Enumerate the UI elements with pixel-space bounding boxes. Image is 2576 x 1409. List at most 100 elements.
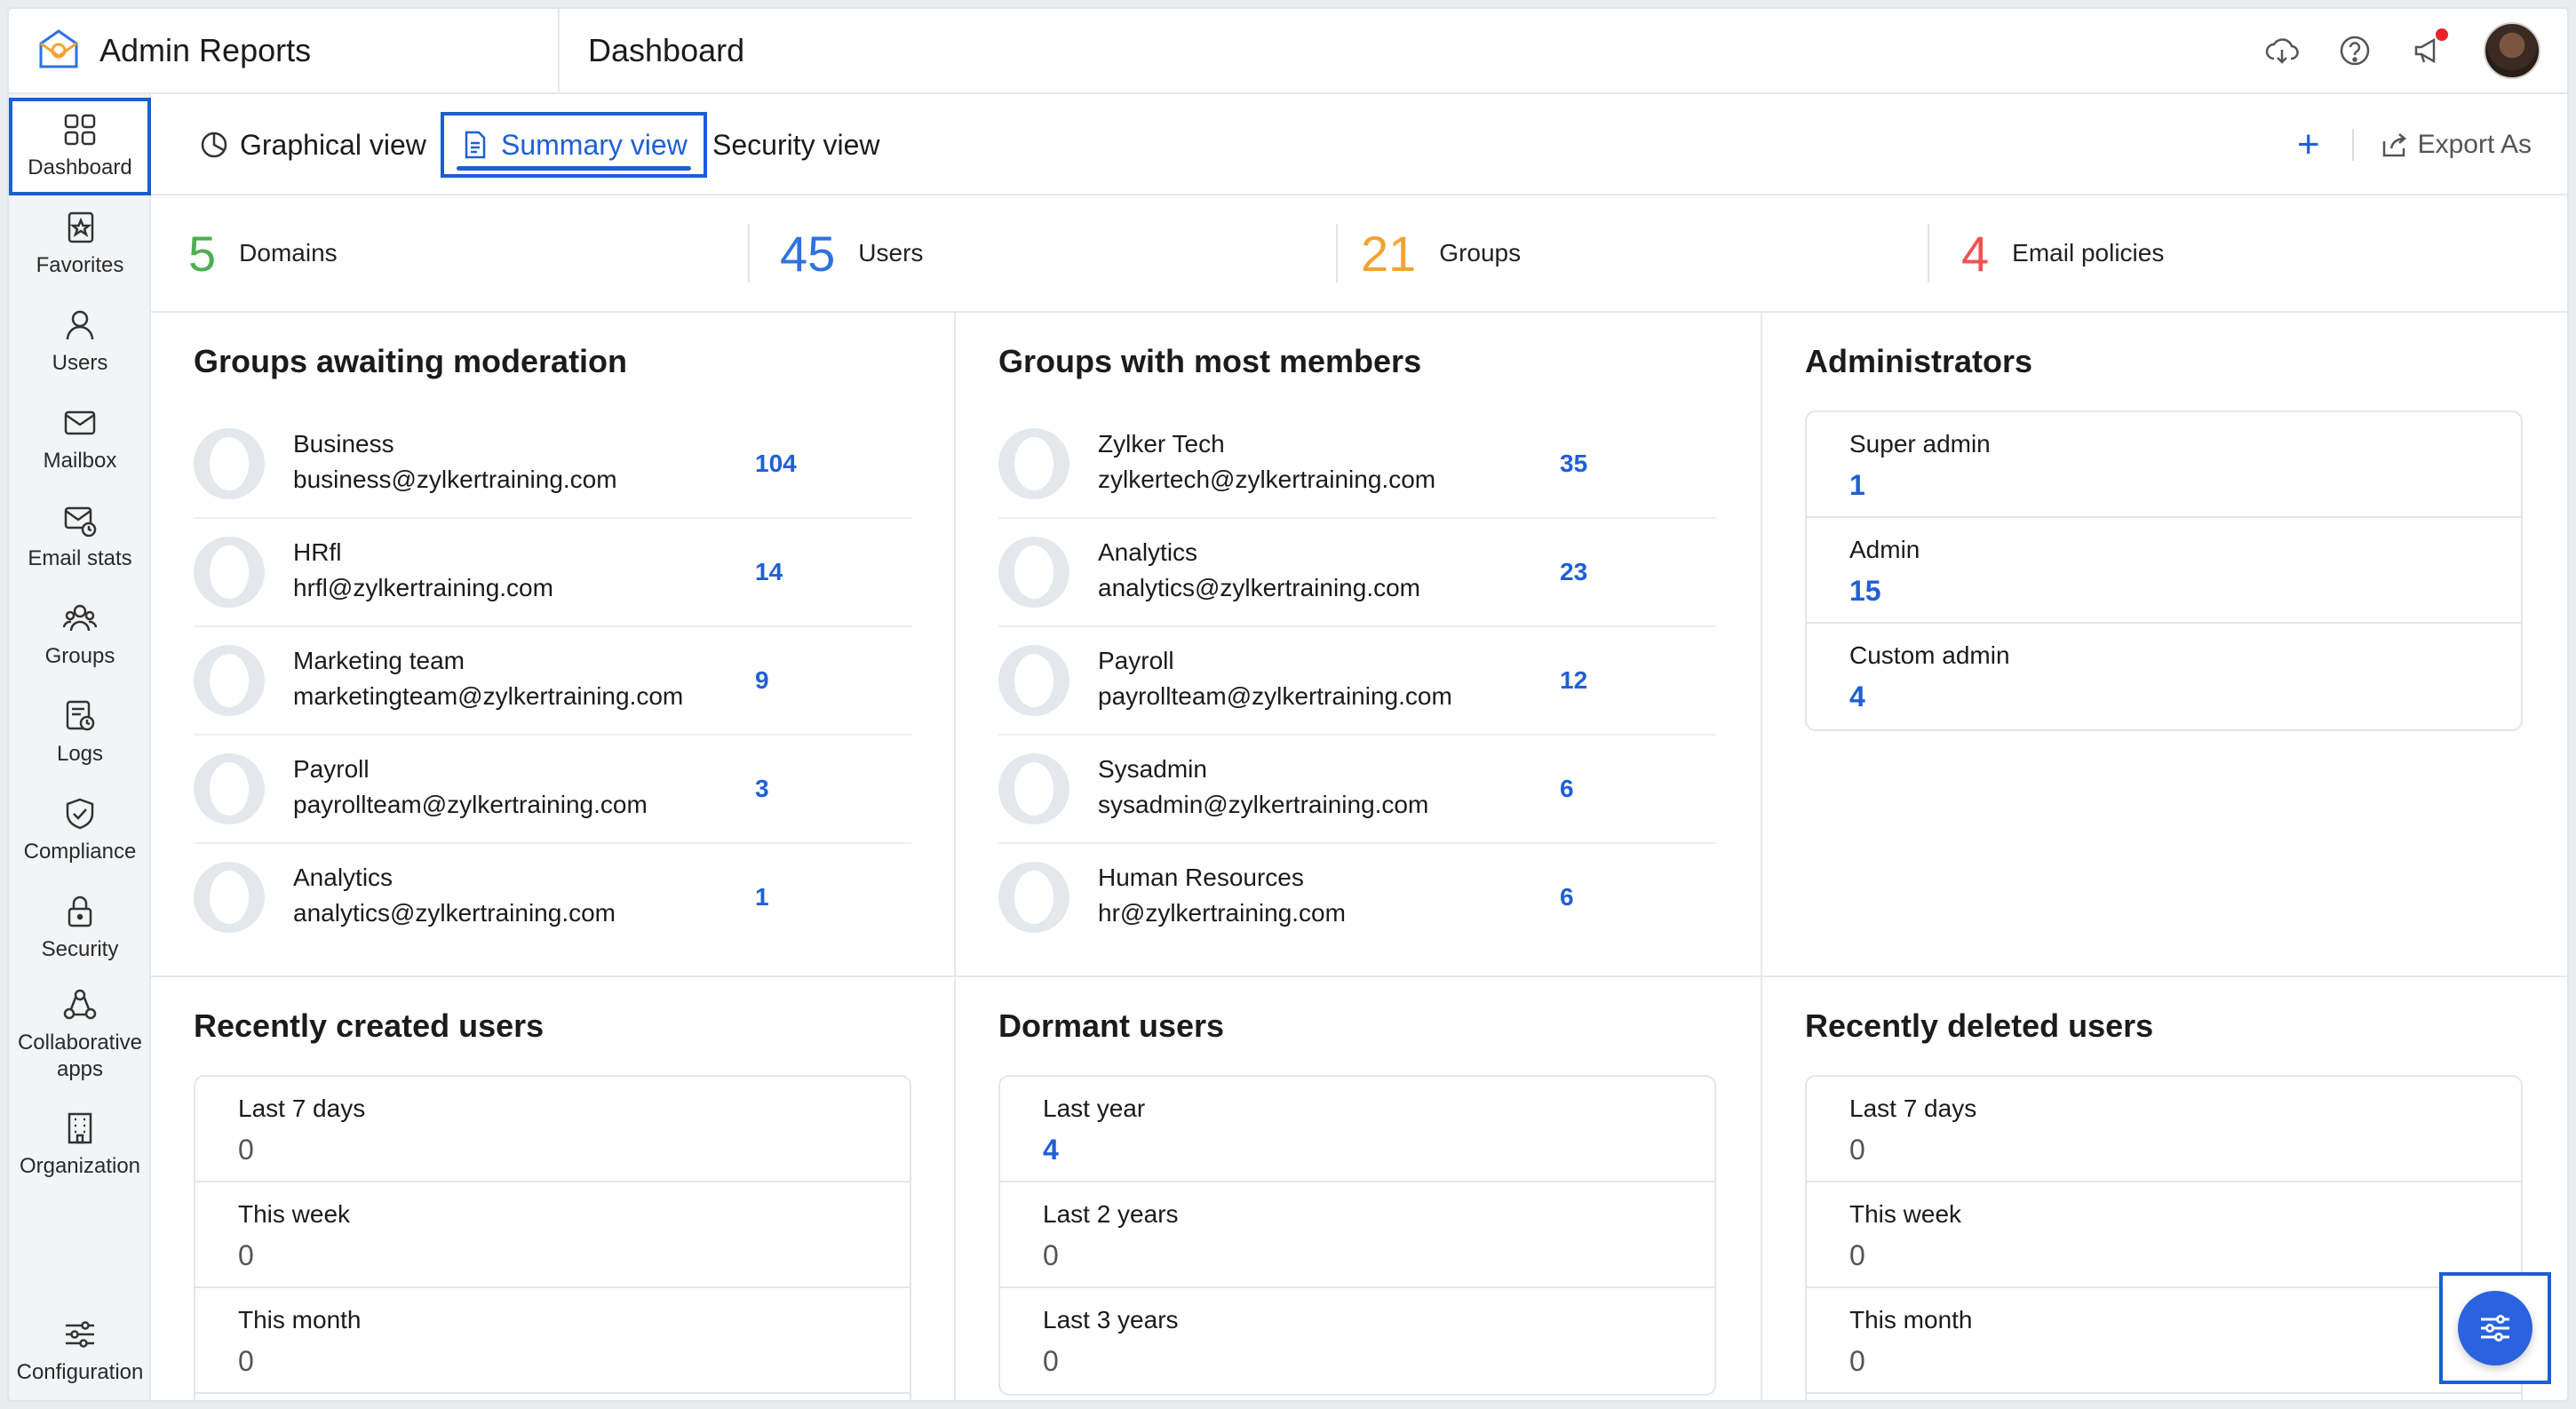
sidebar-item-label: Dashboard (28, 155, 132, 179)
divider (2351, 129, 2354, 161)
view-tabs: Graphical view Summary view Security vie… (151, 94, 2567, 195)
top-header: Admin Reports Dashboard (9, 9, 2567, 94)
list-item[interactable]: Last 3 years 0 (1000, 1288, 1714, 1394)
card-title: Administrators (1805, 343, 2033, 379)
stat-users[interactable]: 45 Users (780, 195, 923, 311)
building-icon (68, 1112, 92, 1144)
customize-widgets-button[interactable] (2458, 1291, 2532, 1365)
list-item[interactable]: Analytics analytics@zylkertraining.com 1 (194, 844, 911, 933)
list-item[interactable]: Analytics analytics@zylkertraining.com 2… (998, 519, 1716, 627)
group-avatar (194, 428, 265, 499)
collab-icon (63, 989, 97, 1020)
avatar[interactable] (2484, 22, 2540, 79)
document-icon (465, 131, 486, 159)
stat-label: Users (858, 239, 924, 267)
recently-deleted-list: Last 7 days 0 This week 0 This month 0 (1805, 1075, 2523, 1400)
cloud-download-icon[interactable] (2265, 34, 2299, 68)
dashboard-icon (64, 114, 96, 146)
list-item[interactable]: This month 0 (1807, 1288, 2521, 1394)
export-icon (2382, 133, 2406, 157)
card-groups-most-members: Groups with most members Zylker Tech zyl… (956, 313, 1762, 977)
recently-created-list: Last 7 days 0 This week 0 This month 0 (194, 1075, 911, 1400)
stat-label: Domains (239, 239, 338, 267)
list-item[interactable]: This month 0 (195, 1288, 910, 1394)
compliance-icon (66, 798, 94, 830)
group-avatar (998, 537, 1069, 608)
list-item[interactable]: Last 7 days 0 (1807, 1077, 2521, 1182)
list-item[interactable]: Marketing team marketingteam@zylkertrain… (194, 627, 911, 736)
sidebar-item-label: Favorites (36, 253, 124, 277)
export-as-button[interactable]: Export As (2381, 130, 2532, 160)
card-groups-awaiting-moderation: Groups awaiting moderation Business busi… (151, 313, 956, 977)
group-avatar (194, 753, 265, 824)
stat-value: 5 (188, 225, 217, 282)
sidebar-item-configuration[interactable]: Configuration (9, 1302, 151, 1400)
list-item[interactable]: Zylker Tech zylkertech@zylkertraining.co… (998, 410, 1716, 519)
sidebar-item-users[interactable]: Users (9, 293, 151, 391)
tab-summary-view[interactable]: Summary view (441, 112, 707, 178)
help-icon[interactable] (2338, 34, 2372, 68)
list-item[interactable]: Admin 15 (1807, 518, 2521, 624)
lock-icon (68, 896, 92, 927)
dormant-users-list: Last year 4 Last 2 years 0 Last 3 years … (998, 1075, 1716, 1396)
sidebar-item-label: Users (52, 351, 108, 375)
sidebar-item-logs[interactable]: Logs (9, 684, 151, 782)
list-item[interactable]: Sysadmin sysadmin@zylkertraining.com 6 (998, 736, 1716, 844)
add-button[interactable]: + (2297, 125, 2320, 164)
list-item[interactable]: Super admin 1 (1807, 412, 2521, 518)
sidebar-item-security[interactable]: Security (9, 880, 151, 977)
mailbox-icon (64, 410, 96, 435)
admin-reports-logo-icon (39, 29, 78, 68)
card-dormant-users: Dormant users Last year 4 Last 2 years 0… (956, 977, 1762, 1400)
sidebar-item-label: Organization (19, 1154, 141, 1178)
user-icon (66, 310, 94, 340)
sliders-icon (2481, 1315, 2509, 1341)
sidebar-item-label: Configuration (16, 1360, 144, 1384)
sidebar-item-label: Compliance (23, 840, 137, 864)
sidebar-item-favorites[interactable]: Favorites (9, 195, 151, 293)
sliders-icon (66, 1321, 94, 1348)
group-avatar (998, 428, 1069, 499)
sidebar-item-collaborative-apps[interactable]: Collaborative apps (9, 977, 151, 1093)
list-item[interactable]: Last year 4 (1000, 1077, 1714, 1182)
list-item[interactable]: This week 0 (195, 1182, 910, 1288)
favorites-icon (68, 211, 94, 243)
sidebar-item-groups[interactable]: Groups (9, 586, 151, 684)
list-item[interactable]: Payroll payrollteam@zylkertraining.com 1… (998, 627, 1716, 736)
divider (1336, 224, 1338, 283)
list-item[interactable]: Human Resources hr@zylkertraining.com 6 (998, 844, 1716, 933)
divider (1928, 224, 1929, 283)
card-title: Dormant users (998, 1007, 1225, 1044)
tab-graphical-view[interactable]: Graphical view (199, 115, 426, 174)
list-item[interactable]: Payroll payrollteam@zylkertraining.com 3 (194, 736, 911, 844)
list-item[interactable]: Custom admin 4 (1807, 624, 2521, 729)
list-item[interactable]: Business business@zylkertraining.com 104 (194, 410, 911, 519)
pie-chart-icon (201, 131, 227, 158)
stat-value: 45 (780, 225, 836, 282)
sidebar-item-dashboard[interactable]: Dashboard (9, 98, 151, 195)
list-item[interactable]: HRfl hrfl@zylkertraining.com 14 (194, 519, 911, 627)
list-item[interactable]: Last 2 years 0 (1000, 1182, 1714, 1288)
stat-value: 21 (1361, 225, 1417, 282)
group-avatar (998, 645, 1069, 716)
sidebar: Dashboard Favorites Users Mailbox Email … (9, 94, 151, 1400)
brand[interactable]: Admin Reports (9, 9, 560, 92)
stat-label: Groups (1439, 239, 1522, 267)
list-item[interactable]: Last 7 days 0 (195, 1077, 910, 1182)
list-item[interactable]: This week 0 (1807, 1182, 2521, 1288)
sidebar-item-label: Mailbox (43, 449, 117, 473)
divider (748, 224, 750, 283)
sidebar-item-mailbox[interactable]: Mailbox (9, 391, 151, 489)
card-title: Groups awaiting moderation (194, 343, 628, 379)
stat-email-policies[interactable]: 4 Email policies (1961, 195, 2164, 311)
sidebar-item-organization[interactable]: Organization (9, 1096, 151, 1194)
sidebar-item-compliance[interactable]: Compliance (9, 782, 151, 880)
stat-value: 4 (1961, 225, 1990, 282)
group-avatar (194, 862, 265, 933)
sidebar-item-email-stats[interactable]: Email stats (9, 489, 151, 586)
announcement-button[interactable] (2411, 28, 2448, 68)
customize-widgets-highlight (2439, 1272, 2551, 1384)
stat-groups[interactable]: 21 Groups (1361, 195, 1521, 311)
tab-security-view[interactable]: Security view (712, 115, 880, 174)
stat-domains[interactable]: 5 Domains (188, 195, 338, 311)
